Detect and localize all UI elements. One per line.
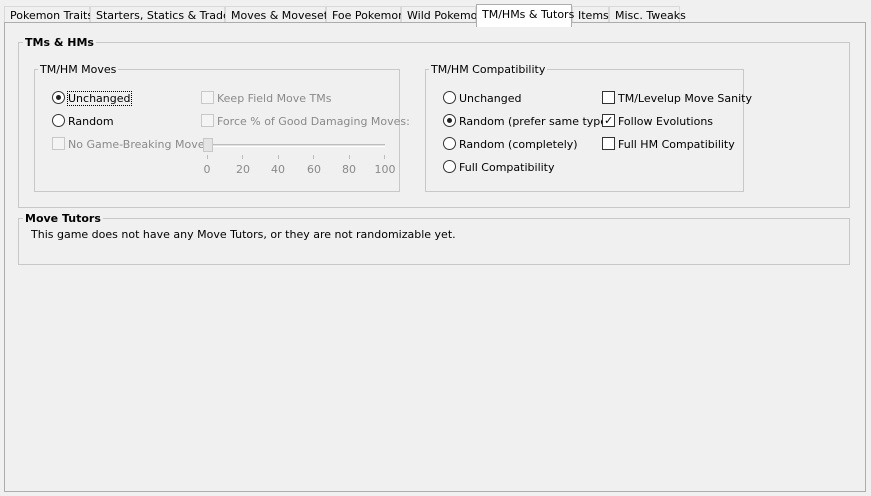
follow-evolutions-label: Follow Evolutions: [618, 115, 714, 128]
levelup-sanity-label: TM/Levelup Move Sanity: [618, 92, 752, 105]
compat-unchanged-option[interactable]: Unchanged: [443, 91, 522, 107]
compat-full-label: Full Compatibility: [459, 161, 555, 174]
move-tutors-group: [18, 218, 850, 265]
slider-tick-label: 20: [236, 163, 250, 176]
force-good-damaging-label: Force % of Good Damaging Moves:: [217, 115, 410, 128]
good-damaging-slider-track[interactable]: [207, 144, 385, 147]
levelup-sanity-checkbox[interactable]: TM/Levelup Move Sanity: [602, 91, 752, 107]
checkbox-icon[interactable]: [201, 91, 214, 104]
tab-tm-hms-tutors[interactable]: TM/HMs & Tutors: [476, 4, 575, 27]
slider-tick-label: 60: [307, 163, 321, 176]
tab-label: TM/HMs & Tutors: [482, 8, 575, 21]
slider-tick: [207, 155, 208, 159]
compat-random-same-type-label: Random (prefer same type): [459, 115, 612, 128]
keep-field-move-label: Keep Field Move TMs: [217, 92, 332, 105]
radio-icon[interactable]: [443, 91, 456, 104]
follow-evolutions-checkbox[interactable]: ✓ Follow Evolutions: [602, 114, 713, 130]
slider-tick: [384, 155, 385, 159]
checkbox-icon[interactable]: [602, 91, 615, 104]
checkbox-icon[interactable]: [52, 137, 65, 150]
slider-tick-label: 100: [374, 163, 396, 176]
compat-random-completely-label: Random (completely): [459, 138, 578, 151]
force-good-damaging-checkbox[interactable]: Force % of Good Damaging Moves:: [201, 114, 410, 130]
slider-tick-label: 40: [271, 163, 285, 176]
checkbox-icon[interactable]: [602, 137, 615, 150]
moves-unchanged-label: Unchanged: [67, 91, 132, 106]
tab-label: Misc. Tweaks: [615, 9, 686, 22]
no-game-breaking-checkbox[interactable]: No Game-Breaking Moves: [52, 137, 210, 153]
compat-full-option[interactable]: Full Compatibility: [443, 160, 555, 176]
slider-tick: [349, 155, 350, 159]
radio-icon[interactable]: [52, 114, 65, 127]
tab-label: Moves & Movesets: [231, 9, 334, 22]
radio-selected-icon[interactable]: [443, 114, 456, 127]
compat-unchanged-label: Unchanged: [459, 92, 522, 105]
slider-tick: [313, 155, 314, 159]
tms-hms-title: TMs & HMs: [23, 36, 96, 49]
tm-hm-moves-title: TM/HM Moves: [38, 63, 119, 76]
radio-selected-icon[interactable]: [52, 91, 65, 104]
no-game-breaking-label: No Game-Breaking Moves: [68, 138, 211, 151]
compat-random-same-type-option[interactable]: Random (prefer same type): [443, 114, 611, 130]
checkbox-checked-icon[interactable]: ✓: [602, 114, 615, 127]
radio-icon[interactable]: [443, 160, 456, 173]
moves-random-option[interactable]: Random: [52, 114, 114, 130]
checkbox-icon[interactable]: [201, 114, 214, 127]
slider-tick: [278, 155, 279, 159]
tab-label: Pokemon Traits: [10, 9, 94, 22]
tm-hm-compat-title: TM/HM Compatibility: [429, 63, 548, 76]
tab-label: Wild Pokemon: [407, 9, 485, 22]
tab-label: Items: [578, 9, 609, 22]
compat-random-completely-option[interactable]: Random (completely): [443, 137, 578, 153]
checkmark-icon: ✓: [604, 114, 614, 127]
radio-icon[interactable]: [443, 137, 456, 150]
keep-field-move-checkbox[interactable]: Keep Field Move TMs: [201, 91, 332, 107]
move-tutors-message: This game does not have any Move Tutors,…: [31, 228, 456, 241]
tab-label: Foe Pokemon: [332, 9, 406, 22]
moves-unchanged-option[interactable]: Unchanged: [52, 91, 132, 107]
move-tutors-title: Move Tutors: [23, 212, 103, 225]
tab-label: Starters, Statics & Trades: [96, 9, 236, 22]
full-hm-compat-checkbox[interactable]: Full HM Compatibility: [602, 137, 735, 153]
slider-tick: [242, 155, 243, 159]
slider-tick-label: 0: [203, 163, 211, 176]
moves-random-label: Random: [68, 115, 114, 128]
full-hm-compat-label: Full HM Compatibility: [618, 138, 735, 151]
slider-tick-label: 80: [342, 163, 356, 176]
good-damaging-slider-thumb[interactable]: [203, 138, 213, 152]
